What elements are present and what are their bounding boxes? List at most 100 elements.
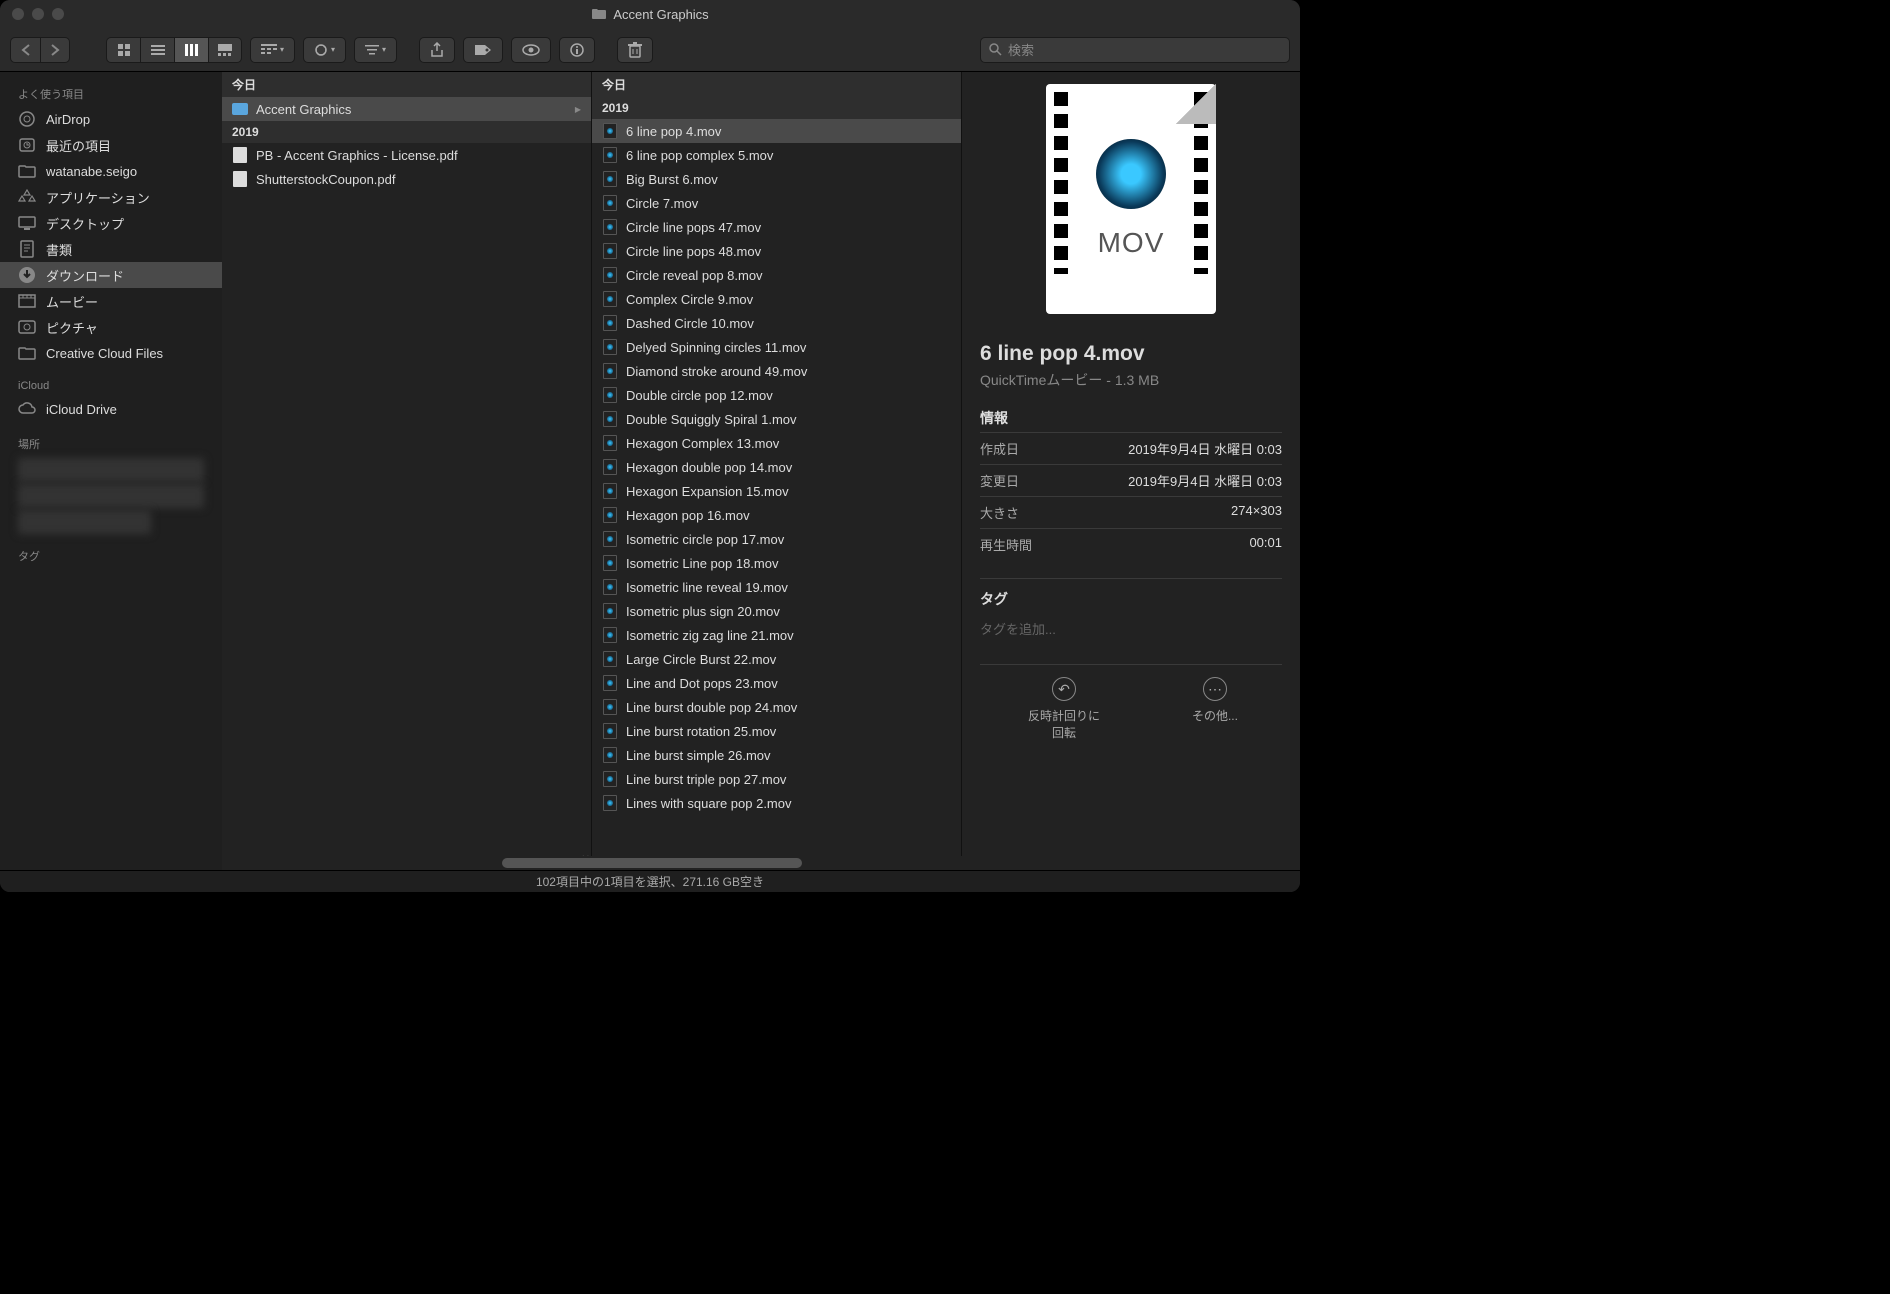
file-item[interactable]: Lines with square pop 2.mov — [592, 791, 961, 815]
redacted-location — [18, 458, 204, 482]
file-label: Hexagon double pop 14.mov — [626, 460, 792, 475]
file-thumbnail: MOV — [1046, 84, 1216, 314]
sidebar-item[interactable]: Creative Cloud Files — [0, 340, 222, 366]
file-item[interactable]: 6 line pop complex 5.mov — [592, 143, 961, 167]
file-item[interactable]: PB - Accent Graphics - License.pdf — [222, 143, 591, 167]
file-label: Isometric plus sign 20.mov — [626, 604, 780, 619]
mov-icon — [603, 795, 617, 811]
sidebar-item[interactable]: iCloud Drive — [0, 396, 222, 422]
file-item[interactable]: Circle line pops 47.mov — [592, 215, 961, 239]
chevron-down-icon: ▾ — [331, 45, 335, 54]
rotate-ccw-button[interactable]: ↶ 反時計回りに回転 — [1024, 677, 1104, 741]
rotate-label: 反時計回りに回転 — [1024, 707, 1104, 741]
file-item[interactable]: 6 line pop 4.mov — [592, 119, 961, 143]
sidebar-item[interactable]: watanabe.seigo — [0, 158, 222, 184]
file-item[interactable]: Hexagon pop 16.mov — [592, 503, 961, 527]
forward-button[interactable] — [40, 37, 70, 63]
file-item[interactable]: Complex Circle 9.mov — [592, 287, 961, 311]
info-label: 変更日 — [980, 471, 1019, 490]
delete-button[interactable] — [617, 37, 653, 63]
info-value: 00:01 — [1249, 535, 1282, 554]
file-label: Delyed Spinning circles 11.mov — [626, 340, 806, 355]
file-item[interactable]: Diamond stroke around 49.mov — [592, 359, 961, 383]
file-item[interactable]: Hexagon double pop 14.mov — [592, 455, 961, 479]
sidebar-item[interactable]: アプリケーション — [0, 184, 222, 210]
file-item[interactable]: Isometric zig zag line 21.mov — [592, 623, 961, 647]
file-label: Line burst simple 26.mov — [626, 748, 771, 763]
sidebar-item[interactable]: ダウンロード — [0, 262, 222, 288]
file-item[interactable]: Isometric plus sign 20.mov — [592, 599, 961, 623]
sidebar-item[interactable]: ピクチャ — [0, 314, 222, 340]
file-item[interactable]: Isometric Line pop 18.mov — [592, 551, 961, 575]
file-item[interactable]: Line and Dot pops 23.mov — [592, 671, 961, 695]
pdf-icon — [233, 171, 247, 187]
sidebar: よく使う項目 AirDrop最近の項目watanabe.seigoアプリケーショ… — [0, 72, 222, 870]
column-2[interactable]: 今日 2019 6 line pop 4.mov6 line pop compl… — [592, 72, 962, 870]
file-item[interactable]: Isometric circle pop 17.mov — [592, 527, 961, 551]
sidebar-item-label: AirDrop — [46, 112, 90, 127]
redacted-location — [18, 484, 204, 508]
file-item[interactable]: Double Squiggly Spiral 1.mov — [592, 407, 961, 431]
view-mode-group — [106, 37, 242, 63]
icon-view-button[interactable] — [106, 37, 140, 63]
mov-icon — [603, 771, 617, 787]
gallery-view-button[interactable] — [208, 37, 242, 63]
sidebar-item[interactable]: デスクトップ — [0, 210, 222, 236]
zoom-button[interactable] — [52, 8, 64, 20]
file-item[interactable]: Isometric line reveal 19.mov — [592, 575, 961, 599]
file-item[interactable]: Delyed Spinning circles 11.mov — [592, 335, 961, 359]
file-label: Isometric line reveal 19.mov — [626, 580, 788, 595]
file-label: Isometric Line pop 18.mov — [626, 556, 778, 571]
file-item[interactable]: Dashed Circle 10.mov — [592, 311, 961, 335]
file-item[interactable]: ShutterstockCoupon.pdf — [222, 167, 591, 191]
more-actions-button[interactable]: ⋯ その他... — [1192, 677, 1238, 741]
file-item[interactable]: Accent Graphics — [222, 97, 591, 121]
sidebar-item-label: ダウンロード — [46, 266, 124, 285]
file-item[interactable]: Hexagon Expansion 15.mov — [592, 479, 961, 503]
sidebar-item[interactable]: AirDrop — [0, 106, 222, 132]
file-item[interactable]: Double circle pop 12.mov — [592, 383, 961, 407]
file-item[interactable]: Hexagon Complex 13.mov — [592, 431, 961, 455]
toolbar: ▾ ▾ ▾ 検索 — [0, 28, 1300, 72]
file-item[interactable]: Line burst triple pop 27.mov — [592, 767, 961, 791]
horizontal-scrollbar[interactable] — [222, 856, 1300, 870]
file-item[interactable]: Big Burst 6.mov — [592, 167, 961, 191]
close-button[interactable] — [12, 8, 24, 20]
file-item[interactable]: Circle reveal pop 8.mov — [592, 263, 961, 287]
quicklook-button[interactable] — [511, 37, 551, 63]
dogear-icon — [1176, 84, 1216, 124]
info-button[interactable] — [559, 37, 595, 63]
file-item[interactable]: Large Circle Burst 22.mov — [592, 647, 961, 671]
arrange-button[interactable]: ▾ — [354, 37, 397, 63]
file-item[interactable]: Circle line pops 48.mov — [592, 239, 961, 263]
file-label: Big Burst 6.mov — [626, 172, 718, 187]
sidebar-item-label: Creative Cloud Files — [46, 346, 163, 361]
back-button[interactable] — [10, 37, 40, 63]
file-item[interactable]: Line burst rotation 25.mov — [592, 719, 961, 743]
search-field[interactable]: 検索 — [980, 37, 1290, 63]
file-item[interactable]: Circle 7.mov — [592, 191, 961, 215]
tag-button[interactable] — [463, 37, 503, 63]
sidebar-item-label: デスクトップ — [46, 214, 124, 233]
column-view-button[interactable] — [174, 37, 208, 63]
mov-icon — [603, 507, 617, 523]
sidebar-item[interactable]: ムービー — [0, 288, 222, 314]
sidebar-item[interactable]: 最近の項目 — [0, 132, 222, 158]
minimize-button[interactable] — [32, 8, 44, 20]
sidebar-item-label: watanabe.seigo — [46, 164, 137, 179]
share-button[interactable] — [419, 37, 455, 63]
folder-icon — [232, 103, 248, 115]
tags-input[interactable]: タグを追加... — [980, 613, 1282, 644]
column-1[interactable]: 今日 Accent Graphics 2019 PB - Accent Grap… — [222, 72, 592, 870]
sidebar-item[interactable]: 書類 — [0, 236, 222, 262]
clock-icon — [18, 136, 36, 154]
file-item[interactable]: Line burst double pop 24.mov — [592, 695, 961, 719]
list-view-button[interactable] — [140, 37, 174, 63]
action-menu-button[interactable]: ▾ — [303, 37, 346, 63]
mov-icon — [603, 291, 617, 307]
file-item[interactable]: Line burst simple 26.mov — [592, 743, 961, 767]
file-label: Hexagon Complex 13.mov — [626, 436, 779, 451]
group-by-button[interactable]: ▾ — [250, 37, 295, 63]
scrollbar-thumb[interactable] — [502, 858, 802, 868]
file-label: Large Circle Burst 22.mov — [626, 652, 776, 667]
